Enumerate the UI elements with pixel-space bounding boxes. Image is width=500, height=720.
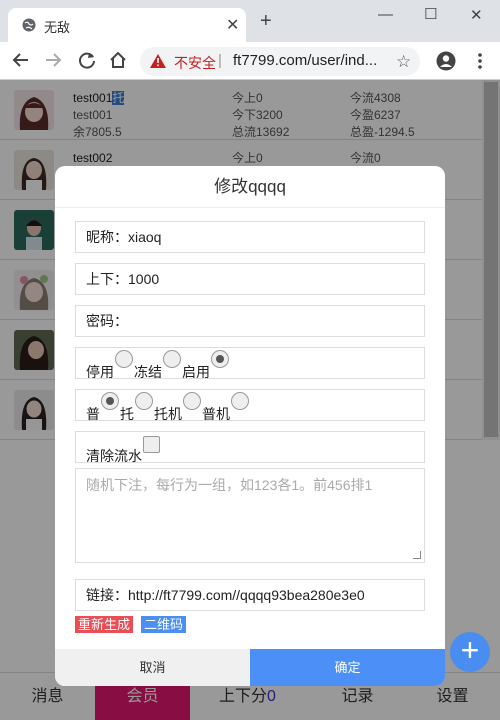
edit-user-dialog: 修改qqqq 昵称：xiaoq 上下：1000 密码： 停用 冻结 启用 普 托… — [55, 166, 445, 686]
password-field[interactable]: 密码： — [75, 305, 425, 337]
random-bet-textarea[interactable]: 随机下注，每行为一组，如123各1。前456排1 — [75, 468, 425, 563]
type-radio-shill[interactable] — [135, 392, 153, 410]
updown-field[interactable]: 上下：1000 — [75, 263, 425, 295]
more-menu-icon[interactable] — [478, 52, 482, 70]
nickname-label: 昵称： — [86, 229, 128, 245]
tab-close-icon[interactable]: ✕ — [226, 15, 239, 35]
type-radio-normal-bot[interactable] — [231, 392, 249, 410]
type-option-normal-bot-label: 普机 — [202, 406, 230, 422]
browser-tab[interactable]: 无敌 ✕ — [8, 8, 246, 42]
warning-icon — [150, 54, 166, 68]
password-label: 密码： — [86, 313, 128, 329]
type-radio-shill-bot[interactable] — [183, 392, 201, 410]
add-icon[interactable]: + — [450, 632, 490, 672]
maximize-icon[interactable]: ☐ — [424, 5, 437, 23]
home-icon[interactable] — [107, 49, 129, 71]
nickname-field[interactable]: 昵称：xiaoq — [75, 221, 425, 253]
new-tab-icon[interactable]: + — [260, 11, 272, 31]
clear-flow-field: 清除流水 — [75, 431, 425, 464]
confirm-button[interactable]: 确定 — [250, 649, 445, 686]
status-radio-enabled[interactable] — [211, 350, 229, 368]
page-content: test001托 test001 余7805.5 今上0 今下3200 总流13… — [0, 80, 500, 720]
url-separator: | — [218, 52, 222, 69]
window-close-icon[interactable]: ✕ — [470, 6, 483, 24]
type-option-normal-label: 普 — [86, 406, 100, 422]
minimize-icon[interactable]: — — [378, 6, 393, 23]
type-radio-group: 普 托 托机 普机 — [75, 389, 425, 422]
textarea-placeholder: 随机下注，每行为一组，如123各1。前456排1 — [86, 477, 373, 493]
status-radio-group: 停用 冻结 启用 — [75, 347, 425, 380]
resize-handle[interactable] — [413, 551, 421, 559]
tab-title: 无敌 — [44, 20, 71, 35]
dialog-title: 修改qqqq — [55, 166, 445, 208]
cancel-button[interactable]: 取消 — [55, 649, 250, 686]
status-radio-frozen[interactable] — [163, 350, 181, 368]
clear-flow-checkbox[interactable] — [143, 436, 160, 453]
back-arrow-icon[interactable] — [10, 49, 32, 71]
link-label: 链接： — [86, 587, 128, 603]
clear-flow-label: 清除流水 — [86, 448, 142, 464]
url-text: ft7799.com/user/ind... — [233, 52, 378, 69]
bookmark-star-icon[interactable]: ☆ — [396, 52, 411, 72]
browser-tab-strip: 无敌 ✕ + — ☐ ✕ — [0, 0, 500, 42]
updown-label: 上下： — [86, 271, 128, 287]
insecure-label: 不安全 — [174, 55, 216, 71]
link-field[interactable]: 链接：http://ft7799.com//qqqq93bea280e3e0 — [75, 579, 425, 611]
globe-icon — [22, 18, 36, 32]
address-bar[interactable]: 不安全 | ft7799.com/user/ind... ☆ — [140, 47, 420, 76]
regenerate-button[interactable]: 重新生成 — [75, 616, 134, 633]
type-radio-normal[interactable] — [101, 392, 119, 410]
nickname-value: xiaoq — [128, 229, 162, 245]
qrcode-button[interactable]: 二维码 — [141, 616, 187, 633]
forward-arrow-icon[interactable] — [42, 49, 64, 71]
status-option-disabled-label: 停用 — [86, 364, 114, 380]
updown-value: 1000 — [128, 271, 160, 287]
status-option-frozen-label: 冻结 — [134, 364, 162, 380]
profile-icon[interactable] — [436, 51, 456, 71]
reload-icon[interactable] — [76, 49, 98, 71]
browser-toolbar: 不安全 | ft7799.com/user/ind... ☆ — [0, 42, 500, 80]
status-radio-disabled[interactable] — [115, 350, 133, 368]
link-value: http://ft7799.com//qqqq93bea280e3e0 — [128, 587, 365, 603]
type-option-shill-bot-label: 托机 — [154, 406, 182, 422]
status-option-enabled-label: 启用 — [182, 364, 210, 380]
type-option-shill-label: 托 — [120, 406, 134, 422]
